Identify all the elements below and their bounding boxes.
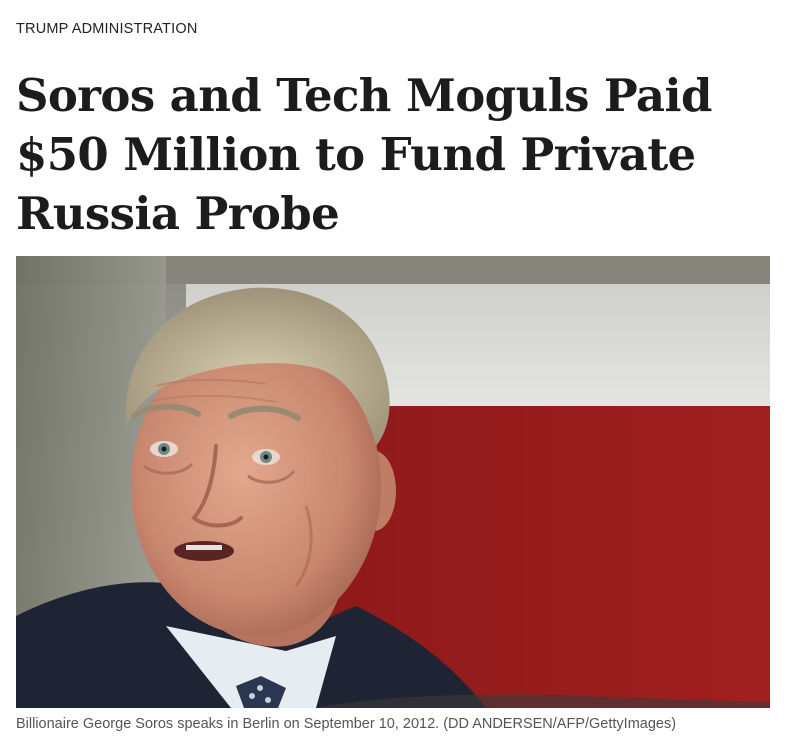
article-photo [16, 256, 770, 708]
section-label[interactable]: TRUMP ADMINISTRATION [16, 21, 198, 37]
photo-caption: Billionaire George Soros speaks in Berli… [16, 716, 677, 732]
headline: Soros and Tech Moguls Paid $50 Million t… [16, 69, 712, 240]
